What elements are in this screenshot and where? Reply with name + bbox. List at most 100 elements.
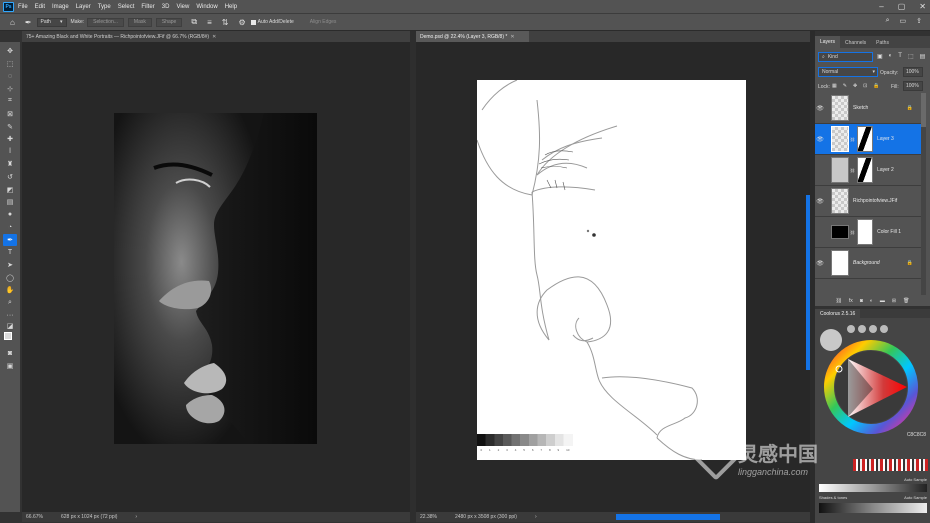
brush-tool-icon[interactable]: ǀ xyxy=(3,146,17,158)
workspace-icon[interactable]: ▭ xyxy=(900,17,907,25)
folder-icon[interactable]: ▬ xyxy=(880,298,885,304)
brush-preset-icon[interactable] xyxy=(847,325,855,333)
marquee-tool-icon[interactable]: ⬚ xyxy=(3,58,17,70)
close-icon[interactable]: ✕ xyxy=(919,2,926,11)
eyedropper-tool-icon[interactable]: ✎ xyxy=(3,121,17,133)
type-tool-icon[interactable]: T xyxy=(3,247,17,259)
tab-paths[interactable]: Paths xyxy=(871,40,894,48)
menu-file[interactable]: File xyxy=(18,4,28,10)
hand-tool-icon[interactable]: ✋ xyxy=(3,284,17,296)
color-swatches[interactable] xyxy=(3,331,17,347)
tool-mode-select[interactable]: Path ▾ xyxy=(36,17,67,27)
chevron-right-icon[interactable]: › xyxy=(135,514,137,520)
new-layer-icon[interactable]: ⊞ xyxy=(892,298,896,304)
opacity-input[interactable]: 100% xyxy=(903,67,923,77)
path-arrangement-icon[interactable]: ⇅ xyxy=(222,18,229,27)
make-mask-button[interactable]: Mask xyxy=(127,17,152,27)
clone-stamp-tool-icon[interactable]: ♜ xyxy=(3,158,17,170)
tab-channels[interactable]: Channels xyxy=(840,40,871,48)
menu-select[interactable]: Select xyxy=(118,4,135,10)
search-icon[interactable]: ⌕ xyxy=(886,17,890,25)
frame-tool-icon[interactable]: ⊠ xyxy=(3,108,17,120)
blur-tool-icon[interactable]: ● xyxy=(3,209,17,221)
auto-sample-label-2[interactable]: Auto Sample xyxy=(904,495,927,500)
menu-window[interactable]: Window xyxy=(196,4,217,10)
shape-filter-icon[interactable]: ⬚ xyxy=(908,53,914,60)
default-colors-icon[interactable]: ◪ xyxy=(3,322,17,330)
healing-brush-tool-icon[interactable]: ✚ xyxy=(3,133,17,145)
path-selection-tool-icon[interactable]: ➤ xyxy=(3,259,17,271)
document-tab-2[interactable]: Demo.psd @ 22.4% (Layer 3, RGB/8) * ✕ xyxy=(416,31,529,42)
gear-icon[interactable]: ⚙ xyxy=(238,18,245,27)
chevron-right-icon[interactable]: › xyxy=(535,514,537,520)
mask-icon[interactable]: ◙ xyxy=(860,298,863,304)
fx-icon[interactable]: fx xyxy=(849,298,853,304)
lock-brush-icon[interactable]: ✎ xyxy=(843,83,847,89)
menu-image[interactable]: Image xyxy=(52,4,69,10)
path-alignment-icon[interactable]: ≡ xyxy=(207,18,212,27)
foreground-color-swatch[interactable] xyxy=(4,331,12,340)
move-tool-icon[interactable]: ✥ xyxy=(3,45,17,57)
photoshop-logo[interactable]: Ps xyxy=(3,1,14,12)
menu-help[interactable]: Help xyxy=(225,4,237,10)
make-shape-button[interactable]: Shape xyxy=(155,17,183,27)
crop-tool-icon[interactable]: ⌗ xyxy=(3,95,17,107)
menu-view[interactable]: View xyxy=(176,4,189,10)
layer-row-layer-2[interactable]: ⛓ Layer 2 xyxy=(815,155,921,186)
dodge-tool-icon[interactable]: ◔ xyxy=(3,221,17,233)
auto-sample-label-1[interactable]: Auto Sample xyxy=(904,477,927,482)
tab-layers[interactable]: Layers xyxy=(815,36,841,48)
hex-value[interactable]: C8C8C8 xyxy=(907,432,926,438)
pen-tool-icon[interactable]: ✒ xyxy=(3,233,17,246)
image-filter-icon[interactable]: ▣ xyxy=(877,53,883,60)
menu-3d[interactable]: 3D xyxy=(162,4,170,10)
adjustment-icon[interactable]: ◐ xyxy=(870,298,873,304)
link-icon[interactable]: ⛓ xyxy=(836,298,842,304)
ellipse-tool-icon[interactable]: ◯ xyxy=(3,272,17,284)
layer-row-background[interactable]: 👁 Background 🔒 xyxy=(815,248,921,279)
blend-mode-select[interactable]: Normal ▾ xyxy=(818,67,878,77)
smart-filter-icon[interactable]: ▤ xyxy=(920,53,926,60)
eraser-tool-icon[interactable]: ◩ xyxy=(3,184,17,196)
more-tools-icon[interactable]: ··· xyxy=(3,309,17,321)
eye-icon[interactable]: 👁 xyxy=(815,136,825,143)
layer-row-sketch[interactable]: 👁 Sketch 🔒 xyxy=(815,93,921,124)
eye-icon[interactable]: 👁 xyxy=(815,105,825,112)
horizontal-scrollbar-thumb[interactable] xyxy=(616,514,720,520)
eye-icon[interactable]: 👁 xyxy=(815,198,825,205)
lock-all-icon[interactable]: 🔒 xyxy=(873,83,879,89)
layer-row-layer-3[interactable]: 👁 ⛓ Layer 3 xyxy=(815,124,921,155)
align-edges-label[interactable]: Align Edges xyxy=(310,19,337,25)
tab-coolorus[interactable]: Coolorus 2.5.16 xyxy=(815,309,861,318)
layers-scrollbar[interactable] xyxy=(921,93,926,295)
history-brush-tool-icon[interactable]: ↺ xyxy=(3,171,17,183)
gradient-tool-icon[interactable]: ▤ xyxy=(3,196,17,208)
menu-filter[interactable]: Filter xyxy=(141,4,154,10)
quick-selection-tool-icon[interactable]: ⊹ xyxy=(3,83,17,95)
close-icon[interactable]: ✕ xyxy=(212,34,216,40)
zoom-level-1[interactable]: 66.67% xyxy=(26,514,43,520)
trash-icon[interactable]: 🗑 xyxy=(903,298,909,304)
make-selection-button[interactable]: Selection... xyxy=(87,17,124,27)
brush-preset-icon[interactable] xyxy=(880,325,888,333)
document-tab-1[interactable]: 75+ Amazing Black and White Portraits — … xyxy=(22,31,410,42)
lasso-tool-icon[interactable]: ◌ xyxy=(3,70,17,82)
minimize-icon[interactable]: – xyxy=(879,2,883,11)
layer-row-color-fill[interactable]: ⛓ Color Fill 1 xyxy=(815,217,921,248)
document-canvas-1[interactable] xyxy=(22,42,410,512)
path-operations-icon[interactable]: ⧉ xyxy=(191,17,197,27)
zoom-tool-icon[interactable]: ⌕ xyxy=(3,297,17,309)
auto-add-delete-checkbox[interactable] xyxy=(250,19,256,25)
fill-input[interactable]: 100% xyxy=(903,81,923,91)
menu-edit[interactable]: Edit xyxy=(35,4,45,10)
quick-mask-icon[interactable]: ◙ xyxy=(3,347,17,359)
adjustment-filter-icon[interactable]: ◐ xyxy=(889,53,893,60)
artboard-lock-icon[interactable]: ⊡ xyxy=(863,83,867,89)
menu-layer[interactable]: Layer xyxy=(76,4,91,10)
filter-kind-select[interactable]: ⌕ Kind xyxy=(818,52,873,62)
menu-type[interactable]: Type xyxy=(98,4,111,10)
home-icon[interactable]: ⌂ xyxy=(10,18,15,27)
close-icon[interactable]: ✕ xyxy=(510,34,514,40)
brush-preset-icon[interactable] xyxy=(858,325,866,333)
layers-scrollbar-thumb[interactable] xyxy=(921,93,926,127)
